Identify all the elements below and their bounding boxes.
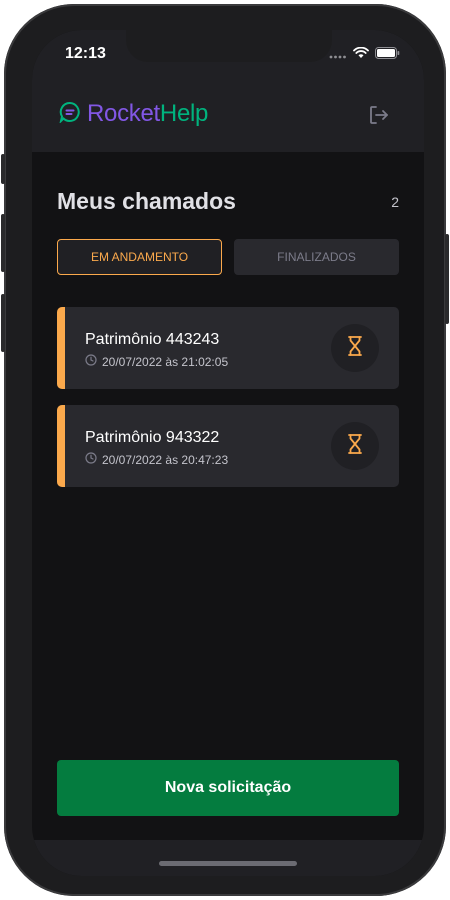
filter-finished[interactable]: FINALIZADOS	[234, 239, 399, 275]
bottom-strip	[32, 840, 424, 876]
power-button	[445, 234, 449, 324]
chat-bubble-icon	[59, 101, 81, 128]
status-time: 12:13	[65, 45, 106, 62]
ticket-status-badge	[331, 422, 379, 470]
logo-text-rocket: Rocket	[87, 100, 160, 127]
ticket-date-text: 20/07/2022 às 21:02:05	[102, 354, 229, 369]
app-logo: RocketHelp	[59, 100, 208, 128]
page-title: Meus chamados	[57, 188, 236, 214]
phone-frame: RocketHelp 12:13 Meus chamados 2 EM ANDA…	[1, 4, 449, 896]
mute-switch	[1, 154, 5, 184]
ticket-date-text: 20/07/2022 às 20:47:23	[102, 452, 229, 467]
sign-out-icon[interactable]	[368, 104, 390, 131]
ticket-count: 2	[391, 193, 399, 210]
ticket-date: 20/07/2022 às 20:47:23	[85, 452, 228, 467]
volume-up-button	[1, 214, 5, 272]
ticket-title: Patrimônio 443243	[85, 331, 220, 348]
ticket-status-bar	[57, 307, 65, 389]
ticket-card[interactable]: Patrimônio 943322 20/07/2022 às 20:47:23	[57, 405, 399, 487]
ticket-title: Patrimônio 943322	[85, 429, 220, 446]
clock-icon	[85, 452, 97, 467]
battery-icon	[375, 46, 400, 64]
wifi-icon	[353, 46, 369, 64]
cellular-signal-icon	[329, 46, 347, 64]
logo-text: RocketHelp	[87, 100, 208, 128]
logo-text-help: Help	[159, 100, 209, 127]
filter-in-progress[interactable]: EM ANDAMENTO	[57, 239, 222, 275]
camera-notch	[126, 30, 332, 62]
ticket-date: 20/07/2022 às 21:02:05	[85, 354, 228, 369]
ticket-status-badge	[331, 324, 379, 372]
ticket-status-bar	[57, 405, 65, 487]
ticket-card[interactable]: Patrimônio 443243 20/07/2022 às 21:02:05	[57, 307, 399, 389]
volume-down-button	[1, 294, 5, 352]
status-indicators	[329, 46, 400, 64]
clock-icon	[85, 354, 97, 369]
app-screen: RocketHelp 12:13 Meus chamados 2 EM ANDA…	[32, 30, 424, 876]
hourglass-icon	[347, 433, 363, 460]
home-indicator[interactable]	[159, 861, 297, 866]
hourglass-icon	[347, 335, 363, 362]
title-row: Meus chamados 2	[57, 188, 399, 215]
new-request-button[interactable]: Nova solicitação	[57, 760, 399, 816]
filter-tabs: EM ANDAMENTO FINALIZADOS	[57, 239, 399, 275]
